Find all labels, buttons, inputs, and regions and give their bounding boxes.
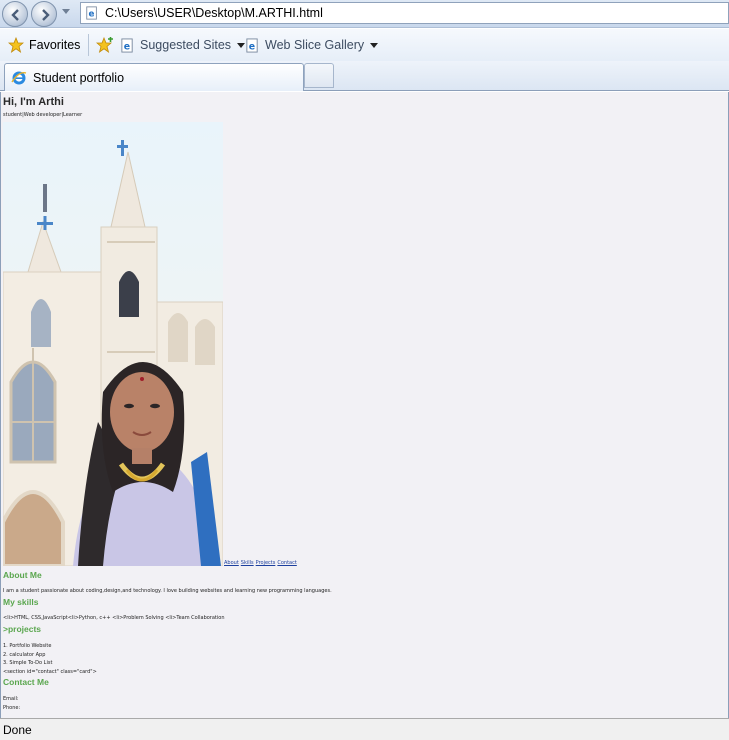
phone-label: Phone: <box>3 704 21 711</box>
forward-arrow-icon <box>42 9 50 21</box>
nav-links: About Skills Projects Contact <box>224 560 299 566</box>
forward-button[interactable] <box>31 1 57 27</box>
list-item: 2. calculator App <box>3 651 46 658</box>
add-favorite-star-icon <box>96 37 113 53</box>
status-text: Done <box>3 723 32 737</box>
profile-photo <box>3 122 223 566</box>
suggested-sites-label: Suggested Sites <box>140 38 232 52</box>
page-title: Hi, I'm Arthi <box>3 96 64 108</box>
ie-page-icon: e <box>246 37 258 53</box>
status-bar: Done <box>0 718 729 740</box>
favorites-bar: Favorites e Suggested Sites e Web Slice … <box>0 29 729 61</box>
page-icon: e <box>86 6 97 20</box>
tab-title: Student portfolio <box>33 70 125 85</box>
favorites-separator <box>88 34 89 56</box>
chevron-down-icon[interactable] <box>370 42 379 48</box>
suggested-sites-link[interactable]: e Suggested Sites <box>120 36 246 54</box>
new-tab-button[interactable] <box>304 63 334 88</box>
ie-page-icon: e <box>121 37 133 53</box>
svg-text:e: e <box>89 10 95 20</box>
address-bar: e <box>0 0 729 28</box>
star-icon <box>8 37 24 53</box>
page-content: Hi, I'm Arthi student|Web developer|Lear… <box>0 92 729 718</box>
ie-logo-icon <box>11 71 27 84</box>
address-input[interactable] <box>105 4 705 22</box>
nav-link-contact[interactable]: Contact <box>277 560 296 566</box>
svg-text:e: e <box>124 41 130 52</box>
list-item: 3. Simple To-Do List <box>3 660 53 667</box>
tab-student-portfolio[interactable]: Student portfolio <box>4 63 304 91</box>
projects-list: 1. Portfolio Website 2. calculator App 3… <box>3 642 97 676</box>
skills-text: <li>HTML, CSS,JavaScript<li>Python, c++ … <box>3 615 225 621</box>
nav-link-skills[interactable]: Skills <box>241 560 254 566</box>
web-slice-gallery-label: Web Slice Gallery <box>265 38 365 52</box>
about-text: I am a student passionate about coding,d… <box>3 588 332 594</box>
skills-heading: My skills <box>3 597 39 607</box>
svg-text:e: e <box>249 41 255 52</box>
url-box[interactable]: e <box>80 2 729 24</box>
nav-link-about[interactable]: About <box>224 560 239 566</box>
back-arrow-icon <box>11 9 19 21</box>
list-item: 1. Portfolio Website <box>3 643 52 649</box>
contact-heading: Contact Me <box>3 677 49 687</box>
projects-heading: >projects <box>3 624 42 634</box>
back-button[interactable] <box>2 1 28 27</box>
favorites-button[interactable]: Favorites <box>8 36 80 54</box>
page-subtitle: student|Web developer|Learner <box>3 112 83 118</box>
list-item: <section id="contact" class="card"> <box>3 668 97 675</box>
add-to-favorites-bar-button[interactable] <box>96 36 114 54</box>
email-label: Email: <box>3 696 19 702</box>
web-slice-gallery-link[interactable]: e Web Slice Gallery <box>245 36 379 54</box>
chevron-down-icon[interactable] <box>237 42 246 48</box>
nav-link-projects[interactable]: Projects <box>256 560 276 566</box>
favorites-label: Favorites <box>29 38 81 52</box>
contact-details: Email: Phone: <box>3 695 20 712</box>
about-heading: About Me <box>3 570 42 580</box>
tab-strip: Student portfolio <box>0 61 729 91</box>
recent-pages-dropdown[interactable] <box>62 9 70 14</box>
